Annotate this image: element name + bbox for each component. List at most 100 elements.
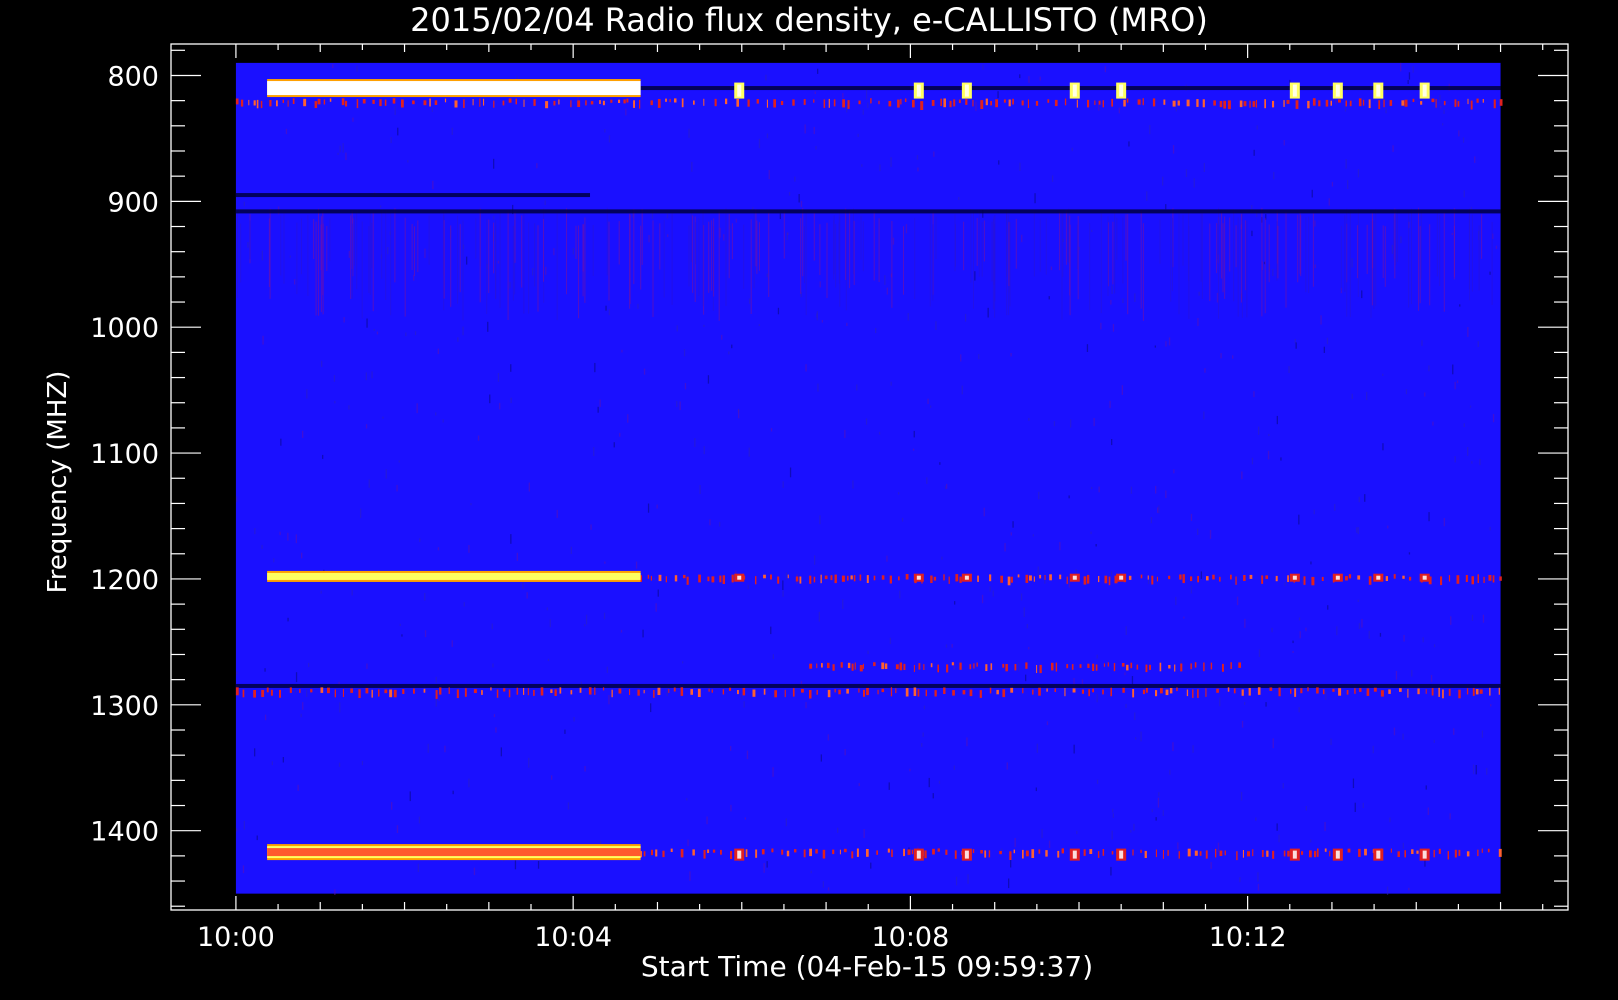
dot <box>1097 851 1100 858</box>
dot <box>1443 101 1446 106</box>
dot <box>777 576 780 584</box>
noise-texel <box>553 248 555 256</box>
noise-texel <box>1284 582 1286 586</box>
dot <box>650 575 652 581</box>
dot <box>1431 688 1434 696</box>
dot <box>832 849 835 855</box>
dot <box>1311 576 1315 586</box>
dot <box>1187 848 1191 857</box>
noise-texel <box>302 702 304 710</box>
dot <box>1243 101 1247 107</box>
dot <box>423 100 427 106</box>
dot <box>1147 575 1149 580</box>
noise-texel <box>746 750 749 760</box>
dot <box>1046 688 1048 692</box>
noise-texel <box>1311 189 1313 198</box>
dot <box>745 849 748 857</box>
dot <box>1025 574 1029 583</box>
noise-texel <box>567 802 570 810</box>
noise-texel <box>1366 391 1368 401</box>
burst-core <box>916 575 921 580</box>
noise-texel <box>1096 654 1098 659</box>
noise-texel <box>280 438 282 446</box>
dot <box>1358 98 1362 107</box>
dot <box>1083 849 1086 856</box>
noise-texel <box>1334 504 1336 511</box>
dot <box>1168 575 1171 580</box>
dot <box>384 99 387 106</box>
dot <box>714 98 717 107</box>
noise-texel <box>1068 582 1071 588</box>
dot <box>1283 100 1285 107</box>
dot <box>1194 662 1197 668</box>
dot <box>242 689 245 698</box>
dot <box>913 665 915 672</box>
dot <box>1140 574 1143 579</box>
dot <box>1190 576 1193 582</box>
dot <box>703 850 706 859</box>
noise-texel <box>953 765 955 770</box>
dot <box>1393 574 1396 579</box>
noise-texel <box>606 666 608 673</box>
dot <box>1179 574 1182 580</box>
dot <box>809 575 812 584</box>
noise-texel <box>1050 266 1053 271</box>
dot <box>1499 576 1502 581</box>
noise-texel <box>1190 513 1193 521</box>
noise-texel <box>922 732 924 737</box>
noise-texel <box>789 467 792 478</box>
dot <box>540 687 544 696</box>
noise-texel <box>401 634 403 637</box>
dot <box>851 851 854 859</box>
noise-texel <box>676 401 678 407</box>
dot <box>657 99 661 108</box>
dot <box>1366 688 1370 696</box>
noise-texel <box>657 589 659 597</box>
dot <box>1373 687 1377 692</box>
dot <box>1186 99 1190 107</box>
noise-texel <box>1391 244 1393 254</box>
dot <box>711 689 713 693</box>
dot <box>1039 664 1042 674</box>
dot <box>965 99 968 105</box>
dot <box>911 849 914 855</box>
noise-texel <box>1324 822 1326 832</box>
noise-texel <box>1039 76 1041 81</box>
dot <box>707 849 710 853</box>
noise-texel <box>863 829 865 838</box>
dot <box>1368 99 1371 109</box>
dot <box>1261 575 1264 584</box>
dot <box>1088 689 1090 697</box>
noise-texel <box>1477 341 1479 347</box>
noise-texel <box>348 250 350 258</box>
noise-texel <box>709 519 711 526</box>
dot <box>1130 662 1133 669</box>
noise-texel <box>1098 486 1100 493</box>
noise-texel <box>766 133 769 139</box>
dot <box>1194 850 1198 856</box>
dot <box>655 849 658 857</box>
dot <box>905 574 909 580</box>
noise-texel <box>1244 702 1246 705</box>
dot <box>859 574 862 581</box>
dot <box>863 689 865 697</box>
noise-texel <box>338 762 341 767</box>
noise-texel <box>613 442 615 448</box>
burst-core <box>1072 575 1077 580</box>
dot <box>640 575 642 582</box>
dot <box>533 99 536 106</box>
noise-texel <box>1422 637 1424 643</box>
dot <box>918 663 921 670</box>
dot <box>276 100 278 107</box>
dot <box>1458 689 1461 699</box>
dot <box>1314 850 1317 858</box>
dot <box>853 575 856 582</box>
dot <box>1402 575 1405 579</box>
y-tick-label: 800 <box>107 61 159 92</box>
noise-texel <box>1481 730 1484 738</box>
dot <box>435 690 438 699</box>
dot <box>897 99 900 108</box>
dot <box>323 99 326 105</box>
dot <box>657 687 661 695</box>
noise-texel <box>243 820 245 830</box>
